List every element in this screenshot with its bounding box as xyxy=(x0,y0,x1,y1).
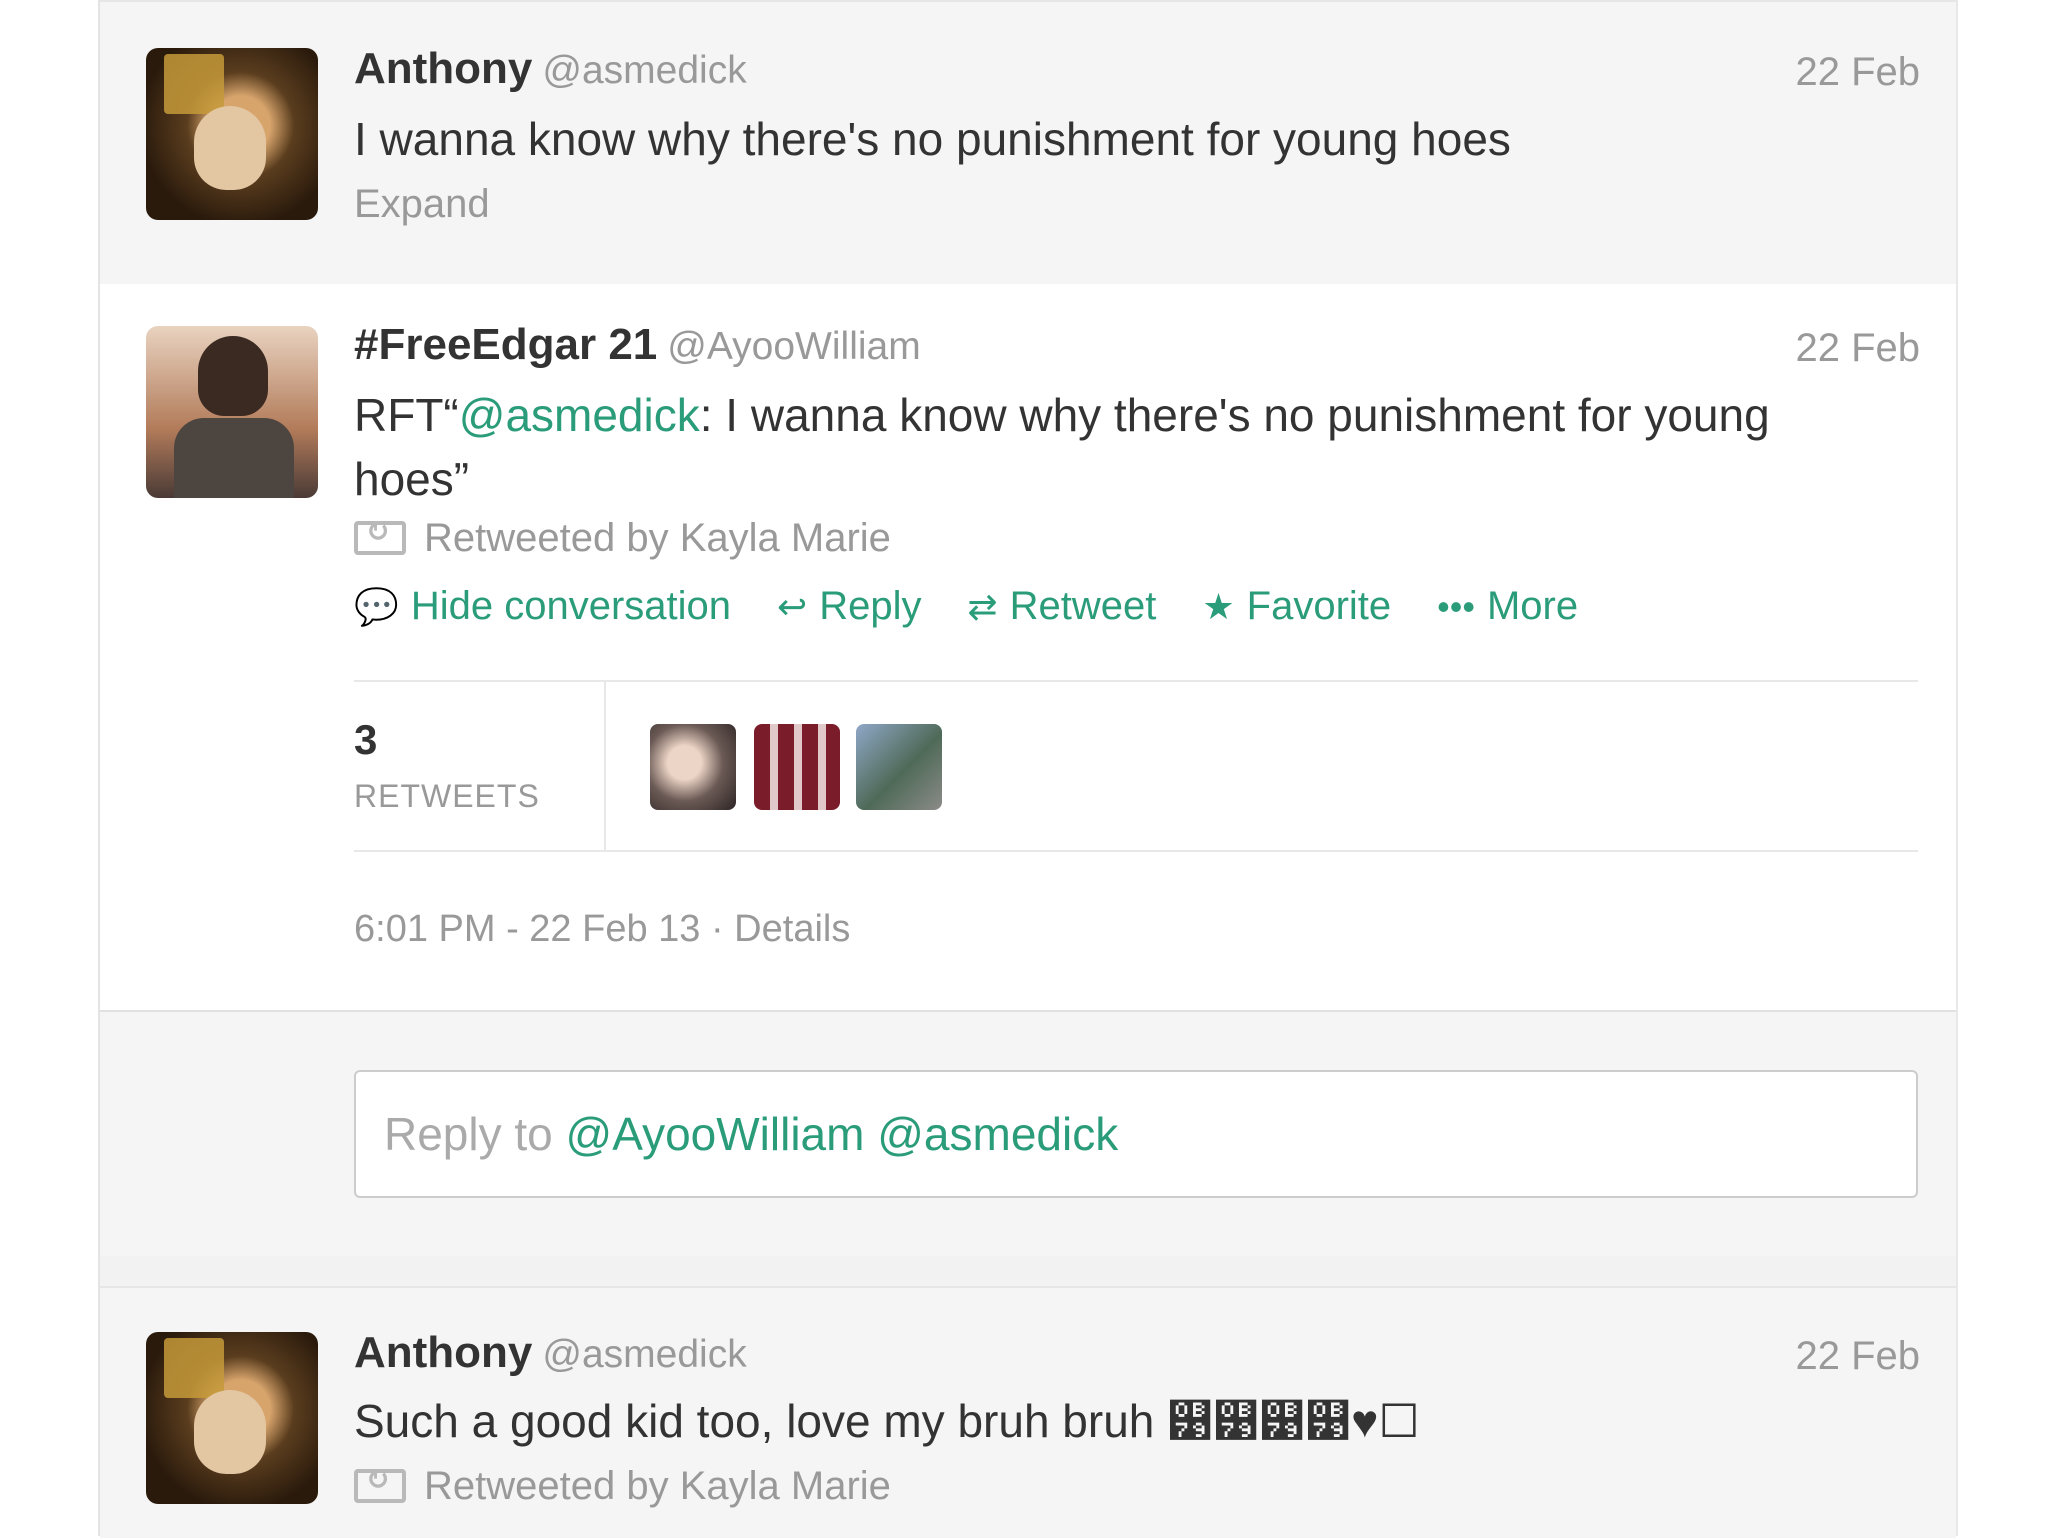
author-handle[interactable]: @AyooWilliam xyxy=(667,325,920,368)
retweet-box-icon xyxy=(354,515,406,555)
tweet-author[interactable]: #FreeEdgar 21 @AyooWilliam xyxy=(354,320,921,370)
retweeter-avatar[interactable] xyxy=(856,724,942,810)
text-rest: : I wanna know why there's no punishment… xyxy=(699,389,1770,441)
more-label: More xyxy=(1486,584,1579,628)
retweet-label: Retweet xyxy=(1009,584,1157,628)
reply-area: Reply to @AyooWilliam @asmedick xyxy=(100,1010,1956,1258)
retweet-count-box[interactable]: 3 RETWEETS xyxy=(354,682,606,850)
tweet-text: I wanna know why there's no punishment f… xyxy=(354,113,1511,165)
tweet-date[interactable]: 22 Feb xyxy=(1795,50,1920,95)
retweet-button[interactable]: ⇄ Retweet xyxy=(967,584,1156,629)
retweeted-by[interactable]: Retweeted by Kayla Marie xyxy=(354,1463,891,1509)
tweet-text: RFT“@asmedick: I wanna know why there's … xyxy=(354,382,1770,448)
retweet-box-icon xyxy=(354,1463,406,1503)
retweeted-by-label[interactable]: Retweeted by Kayla Marie xyxy=(424,516,891,560)
avatar[interactable] xyxy=(146,1332,318,1504)
tweet-date[interactable]: 22 Feb xyxy=(1795,1334,1920,1379)
favorite-button[interactable]: ★ Favorite xyxy=(1202,584,1391,629)
tweet-author[interactable]: Anthony @asmedick xyxy=(354,1328,747,1378)
speech-bubble-icon: 💬 xyxy=(354,585,399,627)
retweeted-by-label[interactable]: Retweeted by Kayla Marie xyxy=(424,1464,891,1508)
tweet-anthony-last[interactable]: Anthony @asmedick 22 Feb Such a good kid … xyxy=(100,1286,1956,1538)
author-name[interactable]: Anthony xyxy=(354,44,532,93)
expand-link[interactable]: Expand xyxy=(354,182,490,227)
reply-placeholder-prefix: Reply to xyxy=(384,1108,566,1160)
retweeted-by[interactable]: Retweeted by Kayla Marie xyxy=(354,515,891,561)
timeline: Anthony @asmedick 22 Feb I wanna know why… xyxy=(98,0,1958,1538)
hide-conversation-button[interactable]: 💬 Hide conversation xyxy=(354,584,731,629)
tweet-freeedgar-expanded: #FreeEdgar 21 @AyooWilliam 22 Feb RFT“@as… xyxy=(100,284,1956,1010)
more-dots-icon: ••• xyxy=(1437,585,1475,627)
tweet-text: Such a good kid too, love my bruh bruh ୹… xyxy=(354,1395,1420,1447)
tweet-author[interactable]: Anthony @asmedick xyxy=(354,44,747,94)
retweeter-avatar[interactable] xyxy=(754,724,840,810)
mention-link[interactable]: @asmedick xyxy=(459,389,700,441)
reply-arrow-icon: ↩ xyxy=(777,585,808,627)
tweet-text-line2: hoes” xyxy=(354,453,470,505)
reply-button[interactable]: ↩ Reply xyxy=(777,584,921,629)
star-icon: ★ xyxy=(1202,585,1235,627)
author-handle[interactable]: @asmedick xyxy=(542,1333,746,1376)
reply-label: Reply xyxy=(819,584,922,628)
tweet-date[interactable]: 22 Feb xyxy=(1795,326,1920,371)
author-name[interactable]: Anthony xyxy=(354,1328,532,1377)
text-prefix: RFT“ xyxy=(354,389,459,441)
more-button[interactable]: ••• More xyxy=(1437,584,1578,629)
retweeter-avatar[interactable] xyxy=(650,724,736,810)
retweet-count-label[interactable]: RETWEETS xyxy=(354,778,540,815)
author-handle[interactable]: @asmedick xyxy=(542,49,746,92)
tweet-timestamp[interactable]: 6:01 PM - 22 Feb 13 · Details xyxy=(354,908,850,951)
tweet-anthony-first[interactable]: Anthony @asmedick 22 Feb I wanna know why… xyxy=(100,0,1956,286)
hide-conversation-label: Hide conversation xyxy=(410,584,732,628)
favorite-label: Favorite xyxy=(1246,584,1392,628)
tweet-actions: 💬 Hide conversation ↩ Reply ⇄ Retweet ★ … xyxy=(354,584,1578,629)
retweet-icon: ⇄ xyxy=(967,585,998,627)
tweet-separator xyxy=(100,1256,1956,1286)
retweet-stats: 3 RETWEETS xyxy=(354,680,1918,852)
retweet-count[interactable]: 3 xyxy=(354,716,377,764)
author-name[interactable]: #FreeEdgar 21 xyxy=(354,320,657,369)
reply-mentions: @AyooWilliam @asmedick xyxy=(565,1108,1119,1160)
reply-input[interactable]: Reply to @AyooWilliam @asmedick xyxy=(354,1070,1918,1198)
avatar[interactable] xyxy=(146,48,318,220)
avatar[interactable] xyxy=(146,326,318,498)
